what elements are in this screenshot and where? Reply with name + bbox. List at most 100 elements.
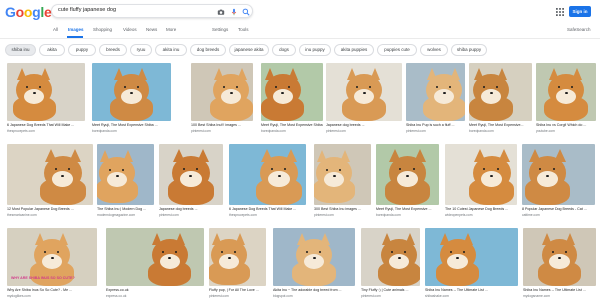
image-result[interactable]: Shiba Inu vs Corgi! Which do ... youtube.…	[536, 63, 596, 137]
image-caption[interactable]: Express.co.uk	[106, 288, 204, 292]
image-thumbnail[interactable]	[376, 144, 439, 205]
image-caption[interactable]: Japanese dog breeds ...	[159, 207, 223, 211]
image-caption[interactable]: 12 Most Popular Japanese Dog Breeds ...	[7, 207, 93, 211]
image-thumbnail[interactable]	[314, 144, 371, 205]
tab-news[interactable]: News	[146, 27, 157, 32]
image-result[interactable]: Japanese dog breeds ... pinterest.com	[326, 63, 402, 137]
image-result[interactable]: Shiba Inu Names -- The Ultimate List ...…	[425, 228, 518, 302]
image-caption[interactable]: Shiba Inu Pup is such a fluff ...	[406, 123, 465, 127]
chip-japanese-akita[interactable]: japanese akita	[229, 44, 269, 56]
image-thumbnail[interactable]	[7, 63, 85, 121]
image-thumbnail[interactable]	[523, 228, 596, 286]
tab-settings[interactable]: Settings	[212, 27, 228, 32]
image-caption[interactable]: 8 Popular Japanese Dog Breeds - Cat ...	[522, 207, 595, 211]
image-thumbnail[interactable]	[229, 144, 306, 205]
search-box[interactable]: cute fluffy japanese dog	[51, 4, 253, 18]
image-result[interactable]: Akita Inu ~ The adorable dog breed from …	[273, 228, 355, 302]
image-result[interactable]: The Shiba Inu | Modern Dog ... moderndogm…	[97, 144, 154, 221]
tab-videos[interactable]: Videos	[123, 27, 137, 32]
tab-images[interactable]: Images	[68, 27, 84, 32]
image-result[interactable]: The 10 Cutest Japanese Dog Breeds ... wid…	[445, 144, 517, 221]
image-thumbnail[interactable]	[469, 63, 532, 121]
image-thumbnail[interactable]: WHY ARE SHIBA INUS SO SO CUTE?	[7, 228, 97, 286]
image-result[interactable]: 6 Japanese Dog Breeds That Will Make ...…	[7, 63, 85, 137]
chip-akita-puppies[interactable]: akita puppies	[334, 44, 374, 56]
image-caption[interactable]: Fluffy pup, | For All The Love ...	[209, 288, 266, 292]
image-thumbnail[interactable]	[191, 63, 253, 121]
image-result[interactable]: Japanese dog breeds ... pinterest.com	[159, 144, 223, 221]
chip-ryuu[interactable]: ryuu	[130, 44, 152, 56]
image-thumbnail[interactable]	[92, 63, 171, 121]
google-logo[interactable]: Google	[5, 4, 52, 20]
image-caption[interactable]: Why Are Shiba Inus So So Cute? - Me ...	[7, 288, 97, 292]
image-thumbnail[interactable]	[425, 228, 518, 286]
camera-icon[interactable]	[217, 8, 225, 16]
image-caption[interactable]: 6 Japanese Dog Breeds That Will Make ...	[229, 207, 306, 211]
tab-tools[interactable]: Tools	[238, 27, 249, 32]
chip-dog-breeds[interactable]: dog breeds	[190, 44, 226, 56]
image-result[interactable]: 12 Most Popular Japanese Dog Breeds ... t…	[7, 144, 93, 221]
image-caption[interactable]: Tiny Fluffy :) | Cute animals ...	[361, 288, 420, 292]
image-caption[interactable]: 300 Best Shiba Inu images ...	[314, 207, 371, 211]
image-thumbnail[interactable]	[522, 144, 595, 205]
image-thumbnail[interactable]	[261, 63, 323, 121]
image-thumbnail[interactable]	[361, 228, 420, 286]
image-caption[interactable]: The 10 Cutest Japanese Dog Breeds ...	[445, 207, 517, 211]
tab-shopping[interactable]: Shopping	[93, 27, 112, 32]
apps-grid-icon[interactable]	[556, 8, 564, 16]
image-caption[interactable]: Meet Ryuji, The Most Expensive...	[469, 123, 532, 127]
image-caption[interactable]: Shiba Inu Names -- The Ultimate List ...	[523, 288, 596, 292]
image-result[interactable]: Meet Ryuji, The Most Expensive ... boredp…	[376, 144, 439, 221]
image-thumbnail[interactable]	[159, 144, 223, 205]
chip-shiba-puppy[interactable]: shiba puppy	[451, 44, 487, 56]
chip-puppies-cute[interactable]: puppies cute	[377, 44, 417, 56]
chip-puppy[interactable]: puppy	[68, 44, 96, 56]
search-input[interactable]: cute fluffy japanese dog	[58, 7, 116, 13]
image-thumbnail[interactable]	[536, 63, 596, 121]
image-result[interactable]: 6 Japanese Dog Breeds That Will Make ...…	[229, 144, 306, 221]
image-result[interactable]: 100 Best Shiba Inu!!! images ... pinteres…	[191, 63, 253, 137]
image-thumbnail[interactable]	[326, 63, 402, 121]
chip-akita-inu[interactable]: akita inu	[155, 44, 187, 56]
image-result[interactable]: Meet Ryuji, The Most Expensive... boredpa…	[469, 63, 532, 137]
chip-shiba-inu[interactable]: shiba inu	[5, 44, 36, 56]
image-caption[interactable]: The Shiba Inu | Modern Dog ...	[97, 207, 154, 211]
image-thumbnail[interactable]	[7, 144, 93, 205]
image-thumbnail[interactable]	[406, 63, 465, 121]
image-result[interactable]: Tiny Fluffy :) | Cute animals ... pintere…	[361, 228, 420, 302]
image-caption[interactable]: Shiba Inu Names -- The Ultimate List ...	[425, 288, 518, 292]
image-result[interactable]: 8 Popular Japanese Dog Breeds - Cat ... c…	[522, 144, 595, 221]
sign-in-button[interactable]: Sign in	[569, 6, 591, 17]
image-caption[interactable]: Japanese dog breeds ...	[326, 123, 402, 127]
image-caption[interactable]: Meet Ryuji, The Most Expensive Shiba ...	[92, 123, 171, 127]
image-result[interactable]: Meet Ryuji, The Most Expensive Shiba ...…	[92, 63, 171, 137]
image-thumbnail[interactable]	[97, 144, 154, 205]
image-result[interactable]: Shiba Inu Names -- The Ultimate List ...…	[523, 228, 596, 302]
image-caption[interactable]: Shiba Inu vs Corgi! Which do ...	[536, 123, 596, 127]
chip-wolves[interactable]: wolves	[420, 44, 448, 56]
image-caption[interactable]: Akita Inu ~ The adorable dog breed from …	[273, 288, 355, 292]
safesearch-toggle[interactable]: SafeSearch	[567, 27, 591, 32]
image-thumbnail[interactable]	[445, 144, 517, 205]
image-result[interactable]: Meet Ryuji, The Most Expensive Shiba ...…	[261, 63, 323, 137]
image-result[interactable]: 300 Best Shiba Inu images ... pinterest.c…	[314, 144, 371, 221]
chip-breeds[interactable]: breeds	[99, 44, 127, 56]
image-caption[interactable]: Meet Ryuji, The Most Expensive ...	[376, 207, 439, 211]
microphone-icon[interactable]	[230, 8, 238, 16]
image-caption[interactable]: 6 Japanese Dog Breeds That Will Make ...	[7, 123, 85, 127]
image-result[interactable]: Shiba Inu Pup is such a fluff ... pintere…	[406, 63, 465, 137]
image-thumbnail[interactable]	[106, 228, 204, 286]
image-caption[interactable]: 100 Best Shiba Inu!!! images ...	[191, 123, 253, 127]
image-caption[interactable]: Meet Ryuji, The Most Expensive Shiba ...	[261, 123, 323, 127]
image-result[interactable]: WHY ARE SHIBA INUS SO SO CUTE? Why Are Sh…	[7, 228, 97, 302]
image-thumbnail[interactable]	[273, 228, 355, 286]
image-thumbnail[interactable]	[209, 228, 266, 286]
search-icon[interactable]	[242, 8, 250, 16]
image-result[interactable]: Fluffy pup, | For All The Love ... pinter…	[209, 228, 266, 302]
chip-akita[interactable]: akita	[39, 44, 65, 56]
tab-more[interactable]: More	[166, 27, 176, 32]
tab-all[interactable]: All	[53, 27, 58, 32]
chip-dogs[interactable]: dogs	[272, 44, 296, 56]
image-result[interactable]: Express.co.uk express.co.uk	[106, 228, 204, 302]
chip-inu-puppy[interactable]: inu puppy	[299, 44, 331, 56]
